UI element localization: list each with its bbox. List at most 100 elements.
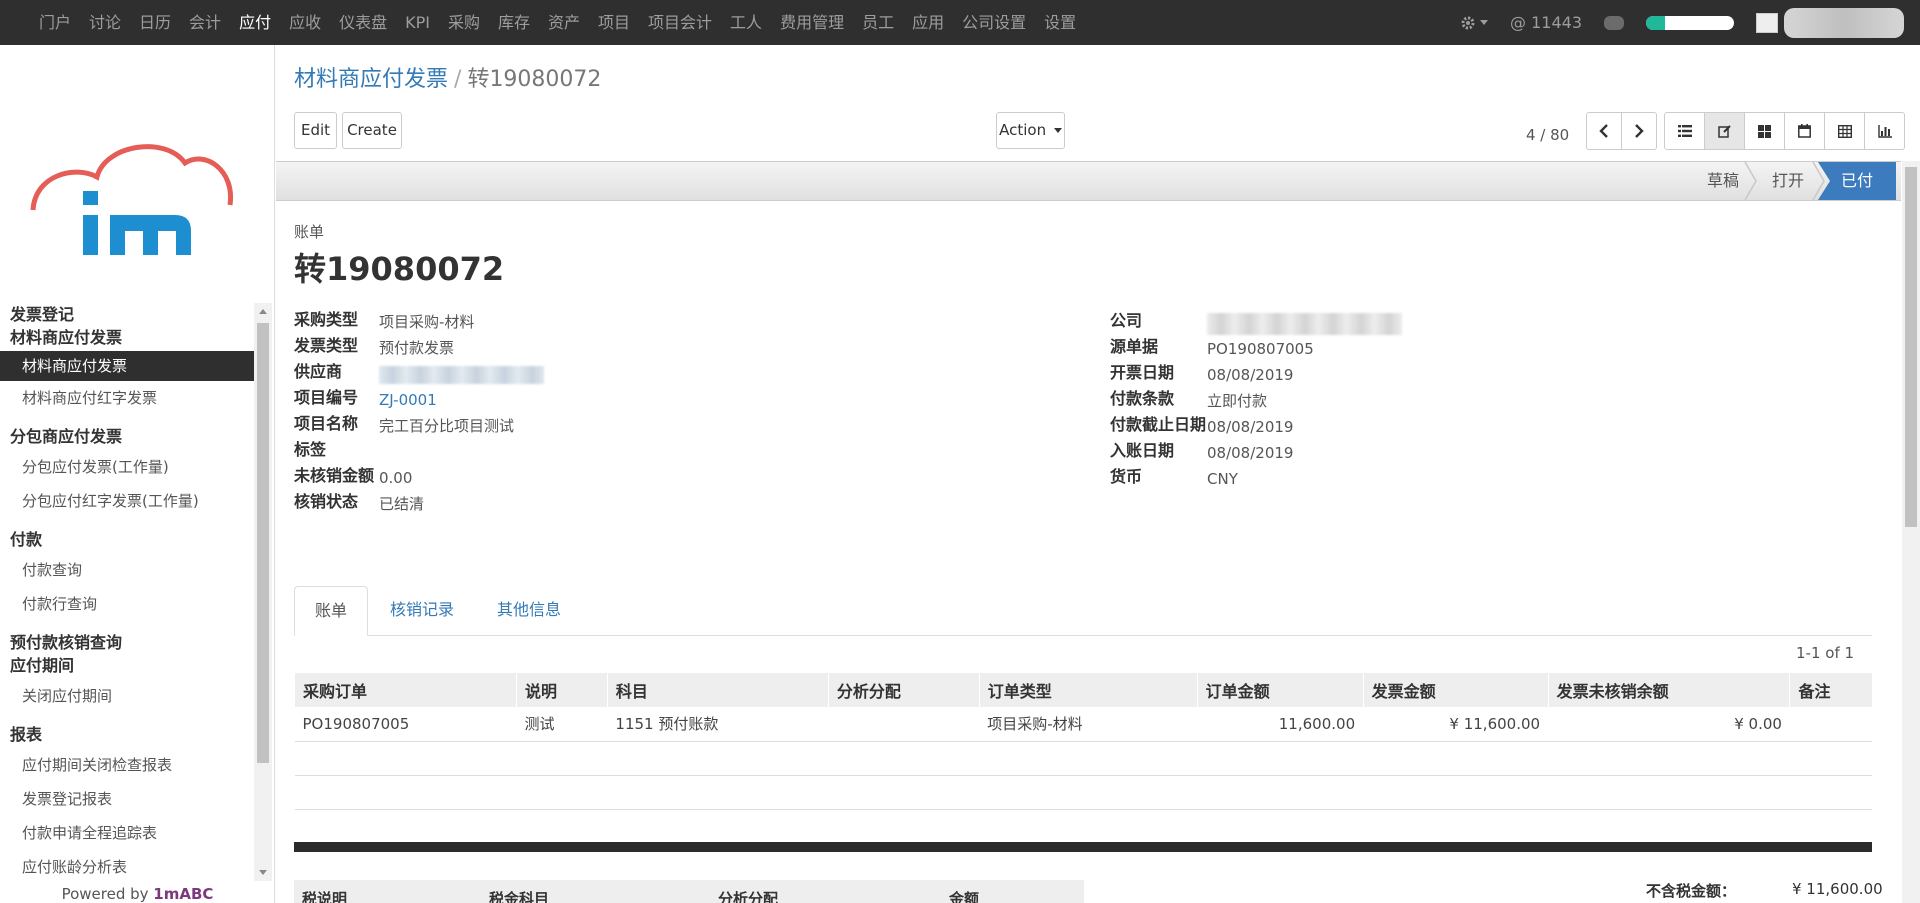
- sidebar-item[interactable]: 付款行查询: [0, 587, 254, 621]
- form-field: 货币 CNY: [1110, 461, 1238, 493]
- sidebar-item[interactable]: 分包应付红字发票(工作量): [0, 484, 254, 518]
- column-header[interactable]: 备注: [1789, 673, 1872, 707]
- tax-col-analytic: 分析分配: [718, 890, 779, 903]
- calendar-icon: [1798, 124, 1811, 138]
- pivot-view-button[interactable]: [1824, 112, 1865, 150]
- sidebar-section-title: 材料商应付发票: [10, 328, 123, 347]
- tab-reconcile-records[interactable]: 核销记录: [370, 586, 474, 636]
- sidebar-item[interactable]: 付款查询: [0, 553, 254, 587]
- chat-icon[interactable]: [1604, 15, 1624, 30]
- form-field: 核销状态 已结清: [294, 486, 424, 518]
- bar-chart-icon: [1877, 124, 1892, 138]
- column-header[interactable]: 科目: [606, 673, 829, 707]
- sidebar-menu: 发票登记 材料商应付发票 材料商应付发票 材料商应付红字发票 分包商应付发票 分包应付发票…: [0, 303, 254, 881]
- top-menu-item[interactable]: 库存: [489, 0, 539, 45]
- stage-open[interactable]: 打开: [1758, 162, 1818, 200]
- top-menu-item[interactable]: 资产: [539, 0, 589, 45]
- tax-col-account: 税金科目: [489, 890, 550, 903]
- sidebar-section-title: 应付期间: [10, 656, 75, 675]
- main-content: 材料商应付发票 / 转19080072 Edit Create Action 4 /…: [276, 45, 1920, 903]
- field-value: 完工百分比项目测试: [379, 417, 515, 435]
- tax-col-amount: 金额: [949, 890, 980, 903]
- top-menu-item[interactable]: 员工: [853, 0, 903, 45]
- sidebar-item[interactable]: 材料商应付发票: [0, 351, 254, 381]
- tab-other-info[interactable]: 其他信息: [477, 586, 581, 636]
- sidebar-item[interactable]: 关闭应付期间: [0, 679, 254, 713]
- breadcrumb-parent-link[interactable]: 材料商应付发票: [294, 67, 448, 92]
- sidebar-item[interactable]: 应付期间关闭检查报表: [0, 748, 254, 782]
- table-cell: PO190807005: [294, 707, 517, 742]
- top-menu-item[interactable]: KPI: [396, 0, 439, 45]
- top-menu-item[interactable]: 工人: [721, 0, 771, 45]
- table-row[interactable]: PO190807005 测试 1151 预付账款 项目采购-材料 11,600.00 ¥ …: [294, 707, 1872, 742]
- top-menu-item[interactable]: 应用: [903, 0, 953, 45]
- top-right-area: @ 11443: [1460, 0, 1920, 45]
- chevron-left-icon: [1599, 124, 1608, 138]
- create-button[interactable]: Create: [342, 112, 402, 149]
- list-view-button[interactable]: [1664, 112, 1705, 150]
- table-cell: 1151 预付账款: [607, 707, 829, 742]
- form-view-button[interactable]: [1704, 112, 1745, 150]
- graph-view-button[interactable]: [1864, 112, 1905, 150]
- column-header[interactable]: 说明: [515, 673, 608, 707]
- main-scrollbar[interactable]: [1902, 161, 1920, 903]
- column-header[interactable]: 发票未核销余额: [1547, 673, 1790, 707]
- column-header[interactable]: 发票金额: [1362, 673, 1549, 707]
- previous-record-button[interactable]: [1586, 112, 1622, 150]
- mentions-counter[interactable]: @ 11443: [1510, 13, 1582, 32]
- next-record-button[interactable]: [1621, 112, 1657, 150]
- untaxed-amount: 不含税金额： ¥ 11,600.00: [1646, 880, 1883, 901]
- breadcrumb-separator: /: [454, 67, 462, 92]
- top-menu: 门户 讨论 日历 会计 应付 应收 仪表盘 KPI 采购 库存 资产 项目 项目会计 工人 费用管理 员工 应用…: [0, 0, 1085, 45]
- form-sheet: 账单 转19080072: [294, 221, 1874, 290]
- stage-paid[interactable]: 已付: [1818, 162, 1896, 200]
- sidebar-item[interactable]: 发票登记报表: [0, 782, 254, 816]
- top-menu-item[interactable]: 讨论: [80, 0, 130, 45]
- calendar-view-button[interactable]: [1784, 112, 1825, 150]
- edit-icon: [1717, 125, 1731, 138]
- sidebar-section-title: 报表: [10, 725, 43, 744]
- top-menu-item[interactable]: 门户: [30, 0, 80, 45]
- top-menu-item[interactable]: 公司设置: [953, 0, 1035, 45]
- sidebar-section-title: 发票登记: [10, 305, 75, 324]
- empty-row: [294, 775, 1872, 810]
- top-menu-item[interactable]: 日历: [130, 0, 180, 45]
- column-header[interactable]: 订单类型: [978, 673, 1198, 707]
- sidebar-section-title: 分包商应付发票: [10, 427, 123, 446]
- kanban-view-button[interactable]: [1744, 112, 1785, 150]
- sidebar-scrollbar[interactable]: [254, 303, 272, 881]
- sidebar-item[interactable]: 分包应付发票(工作量): [0, 450, 254, 484]
- column-header[interactable]: 采购订单: [294, 673, 517, 707]
- top-menu-item[interactable]: 设置: [1035, 0, 1085, 45]
- column-header[interactable]: 订单金额: [1196, 673, 1364, 707]
- top-menu-item[interactable]: 会计: [180, 0, 230, 45]
- table-cell: [1789, 707, 1872, 742]
- top-menu-item[interactable]: 费用管理: [771, 0, 853, 45]
- gear-icon[interactable]: [1460, 15, 1489, 31]
- edit-button[interactable]: Edit: [294, 112, 337, 149]
- table-cell: 11,600.00: [1197, 707, 1364, 742]
- top-menu-item[interactable]: 应付: [230, 0, 280, 45]
- sidebar-section-title: 付款: [10, 530, 43, 549]
- top-menu-item[interactable]: 项目会计: [639, 0, 721, 45]
- top-menu-item[interactable]: 采购: [439, 0, 489, 45]
- top-menu-item[interactable]: 应收: [280, 0, 330, 45]
- column-header[interactable]: 分析分配: [827, 673, 980, 707]
- powered-by-brand[interactable]: 1mABC: [153, 885, 213, 903]
- status-bar: 草稿 打开 已付: [276, 161, 1901, 201]
- avatar[interactable]: [1756, 12, 1778, 33]
- top-menu-item[interactable]: 仪表盘: [330, 0, 396, 45]
- lines-pager: 1-1 of 1: [1796, 644, 1855, 662]
- invoice-lines-table: 采购订单 说明 科目 分析分配 订单类型 订单金额 发票金额 发票未核销余额 备注 PO1908…: [294, 673, 1872, 844]
- sidebar-item[interactable]: 材料商应付红字发票: [0, 381, 254, 415]
- action-dropdown[interactable]: Action: [996, 112, 1065, 149]
- sidebar-item[interactable]: 付款申请全程追踪表: [0, 816, 254, 850]
- user-name-blurred[interactable]: [1784, 7, 1904, 38]
- table-cell: 项目采购-材料: [979, 707, 1198, 742]
- top-menu-item[interactable]: 项目: [589, 0, 639, 45]
- sidebar-item[interactable]: 应付账龄分析表: [0, 850, 254, 881]
- table-cell: 测试: [516, 707, 608, 742]
- field-value: CNY: [1207, 470, 1238, 488]
- tab-bill[interactable]: 账单: [294, 586, 369, 636]
- empty-row: [294, 741, 1872, 776]
